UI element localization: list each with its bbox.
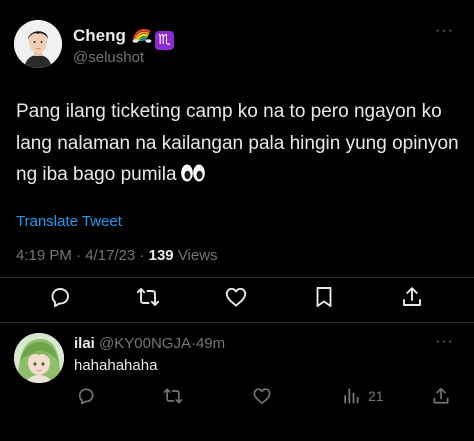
author-handle[interactable]: @selushot [73,49,144,66]
reply-header: ilai @KY00NGJA·49m [74,335,225,352]
author-name[interactable]: Cheng [73,26,126,45]
bookmark-button[interactable] [312,285,336,309]
reply-views-button[interactable] [341,386,361,406]
heart-icon [253,388,271,404]
reply-author-name[interactable]: ilai [74,335,95,352]
reply-time[interactable]: 49m [196,335,225,352]
retweet-icon [163,388,183,404]
share-icon [403,287,421,306]
tweet-text: Pang ilang ticketing camp ko na to pero … [16,101,459,185]
meta-separator: · [76,247,82,264]
retweet-icon [136,288,160,306]
tweet-date[interactable]: 4/17/23 [85,247,135,264]
reply-button[interactable] [48,285,72,309]
heart-icon [225,287,247,307]
bookmark-icon [316,287,332,307]
tweet-time[interactable]: 4:19 PM [16,247,72,264]
views-label: Views [177,247,218,264]
more-options-button[interactable]: ··· [435,22,454,40]
author-name-line[interactable]: Cheng ♏ [73,26,174,50]
reply-more-options-button[interactable]: ··· [435,333,454,351]
share-icon [433,387,449,404]
divider [0,322,474,323]
reply-icon [51,288,69,307]
reply-retweet-button[interactable] [163,386,183,406]
eyes-icon [180,162,206,182]
reply-reply-button[interactable] [76,386,96,406]
divider [0,277,474,278]
avatar-image [14,20,62,68]
share-button[interactable] [400,285,424,309]
reply-text: hahahahaha [74,357,158,374]
views-count: 139 [148,247,174,264]
reply-views-count: 21 [368,388,384,404]
tweet-meta: 4:19 PM · 4/17/23 · 139 Views [16,247,218,264]
rainbow-flag-icon [132,27,152,43]
analytics-icon [344,388,359,404]
like-button[interactable] [224,285,248,309]
reply-author-avatar[interactable] [14,333,64,383]
scorpio-icon: ♏ [154,31,174,50]
author-avatar[interactable] [14,20,62,68]
reply-icon [78,388,94,405]
reply-like-button[interactable] [252,386,272,406]
reply-author-handle[interactable]: @KY00NGJA [99,335,191,352]
reply-share-button[interactable] [431,386,451,406]
avatar-image [14,333,64,383]
tweet-text-block: Pang ilang ticketing camp ko na to pero … [16,96,466,191]
translate-tweet-link[interactable]: Translate Tweet [16,213,122,230]
meta-separator: · [139,247,145,264]
retweet-button[interactable] [136,285,160,309]
